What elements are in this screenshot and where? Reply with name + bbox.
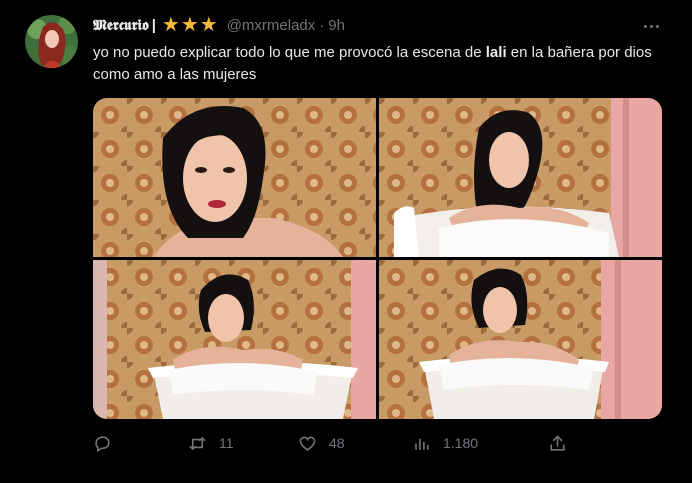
photo-4[interactable] (379, 260, 662, 419)
tweet-text: yo no puedo explicar todo lo que me prov… (93, 42, 668, 86)
like-icon (299, 436, 316, 451)
user-handle[interactable]: @mxrmeladx (227, 17, 316, 34)
reply-icon (95, 435, 110, 452)
timestamp[interactable]: 9h (328, 17, 345, 34)
name-separator: | (151, 16, 156, 34)
views-count: 1.180 (443, 435, 479, 451)
avatar[interactable] (25, 15, 78, 68)
tweet-header: 𝕸𝖊𝖗𝖈𝖚𝖗𝖎𝖔 | ★★★ @mxrmeladx · 9h (93, 13, 345, 37)
tweet-text-part1: yo no puedo explicar todo lo que me prov… (93, 44, 486, 61)
photo-2[interactable] (379, 98, 662, 257)
tweet: 𝕸𝖊𝖗𝖈𝖚𝖗𝖎𝖔 | ★★★ @mxrmeladx · 9h yo no pue… (0, 0, 692, 483)
photo-3[interactable] (93, 260, 376, 419)
views-icon (415, 438, 429, 450)
star-emojis: ★★★ (161, 14, 219, 36)
photo-1[interactable] (93, 98, 376, 257)
share-button[interactable] (548, 434, 567, 453)
tweet-text-mention: lali (485, 44, 507, 61)
reply-button[interactable] (93, 434, 188, 453)
retweet-icon (189, 436, 206, 450)
like-button[interactable]: 48 (298, 434, 412, 453)
media-grid (93, 98, 662, 419)
retweet-button[interactable]: 11 (188, 434, 298, 453)
more-icon[interactable] (640, 16, 662, 36)
views-button[interactable]: 1.180 (412, 434, 548, 453)
retweet-count: 11 (219, 435, 234, 451)
separator-dot: · (319, 16, 325, 34)
action-bar: 11 48 1.180 (93, 431, 633, 455)
like-count: 48 (329, 435, 345, 451)
share-icon (550, 435, 565, 451)
display-name[interactable]: 𝕸𝖊𝖗𝖈𝖚𝖗𝖎𝖔 (93, 16, 149, 34)
